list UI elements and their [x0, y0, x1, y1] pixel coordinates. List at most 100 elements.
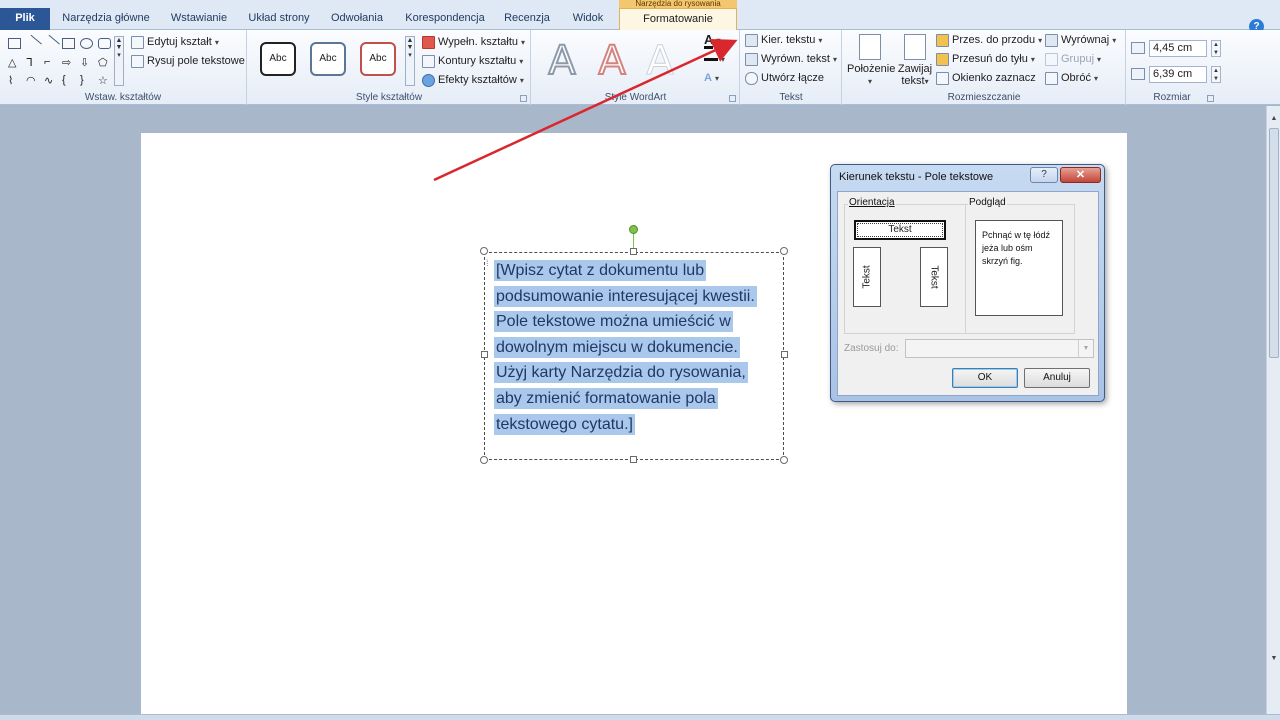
- tab-insert[interactable]: Wstawianie: [160, 8, 238, 30]
- resize-handle-bottom[interactable]: [630, 456, 637, 463]
- shapes-gallery[interactable]: △ ᒣ ⌐ ⇨ ⇩ ⬠ ⌇ ◠ ∿ { } ☆: [8, 34, 120, 88]
- oval-shape-icon[interactable]: [80, 38, 93, 49]
- shape-outline-button[interactable]: Kontury kształtu ▾: [422, 53, 523, 70]
- shape-styles-launcher-icon[interactable]: [520, 95, 527, 102]
- ok-button[interactable]: OK: [952, 368, 1018, 388]
- rotation-handle-line: [633, 234, 634, 248]
- width-spinner[interactable]: ▲ ▼: [1211, 65, 1221, 83]
- group-text: Kier. tekstu ▾ Wyrówn. tekst ▾ Utwórz łącz…: [741, 30, 842, 105]
- position-icon: [859, 34, 881, 60]
- rectangle-shape-icon[interactable]: [62, 38, 75, 49]
- selection-pane-icon: [936, 72, 949, 85]
- text-outline-button[interactable]: ▾: [704, 51, 725, 68]
- scrollbar-thumb[interactable]: [1269, 128, 1279, 358]
- line-shape-icon[interactable]: [24, 34, 42, 53]
- group-arrange: Położenie ▾ Zawijaj tekst▾ Przes. do przo…: [843, 30, 1126, 105]
- send-backward-icon: [936, 53, 949, 66]
- shape-width-input[interactable]: 6,39 cm: [1149, 65, 1207, 83]
- curve-shape-icon[interactable]: ∿: [44, 74, 57, 87]
- resize-handle-top-left[interactable]: [480, 247, 488, 255]
- shape-fill-button[interactable]: Wypełn. kształtu ▾: [422, 34, 525, 51]
- text-fill-icon: A: [704, 31, 714, 49]
- bring-forward-button[interactable]: Przes. do przodu ▾: [936, 32, 1042, 49]
- group-insert-shapes: △ ᒣ ⌐ ⇨ ⇩ ⬠ ⌇ ◠ ∿ { } ☆ ▲ ▼ ▾ Edytuj kszta…: [0, 30, 247, 105]
- cancel-button[interactable]: Anuluj: [1024, 368, 1090, 388]
- height-spinner[interactable]: ▲ ▼: [1211, 39, 1221, 57]
- wordart-style-red[interactable]: A: [588, 37, 636, 85]
- shape-height-input[interactable]: 4,45 cm: [1149, 39, 1207, 57]
- preview-box: Pchnąć w tę łódź jeża lub ośm skrzyń fig…: [975, 220, 1063, 316]
- send-backward-button[interactable]: Przesuń do tyłu ▾: [936, 51, 1035, 68]
- tab-file[interactable]: Plik: [0, 8, 50, 30]
- position-button[interactable]: Położenie ▾: [847, 34, 895, 88]
- size-launcher-icon[interactable]: [1207, 95, 1214, 102]
- vertical-scrollbar[interactable]: ▲ ▼: [1266, 106, 1280, 714]
- shape-effects-button[interactable]: Efekty kształtów ▾: [422, 72, 524, 89]
- group-button[interactable]: Grupuj ▾: [1045, 51, 1101, 68]
- paint-bucket-icon: [422, 36, 435, 49]
- shape-style-red[interactable]: Abc: [360, 42, 396, 76]
- shapes-gallery-scroll[interactable]: ▲ ▼ ▾: [114, 36, 124, 86]
- tab-references[interactable]: Odwołania: [320, 8, 394, 30]
- wordart-style-light[interactable]: A: [636, 38, 684, 85]
- resize-handle-top[interactable]: [630, 248, 637, 255]
- tab-page-layout[interactable]: Układ strony: [238, 8, 320, 30]
- draw-textbox-button[interactable]: Rysuj pole tekstowe: [131, 53, 245, 70]
- orientation-vertical-up[interactable]: Tekst: [853, 247, 881, 307]
- scroll-down-icon[interactable]: ▼: [1269, 654, 1279, 664]
- shape-style-blue[interactable]: Abc: [310, 42, 346, 76]
- tab-home[interactable]: Narzędzia główne: [52, 8, 160, 30]
- edit-shape-button[interactable]: Edytuj kształt ▾: [131, 34, 219, 51]
- right-arrow-shape-icon[interactable]: ⇨: [62, 56, 75, 69]
- textbox-content[interactable]: [Wpisz cytat z dokumentu lub podsumowani…: [494, 258, 778, 437]
- shape-styles-gallery-scroll[interactable]: ▲ ▼ ▾: [405, 36, 415, 86]
- rounded-rect-shape-icon[interactable]: [98, 38, 111, 49]
- triangle-shape-icon[interactable]: △: [8, 56, 21, 69]
- tab-view[interactable]: Widok: [558, 8, 618, 30]
- right-brace-shape-icon[interactable]: }: [80, 74, 93, 86]
- tab-mailings[interactable]: Korespondencja: [394, 8, 496, 30]
- text-fill-button[interactable]: A ▾: [704, 32, 720, 49]
- wrap-text-button[interactable]: Zawijaj tekst▾: [895, 34, 935, 88]
- down-arrow-shape-icon[interactable]: ⇩: [80, 56, 93, 69]
- wordart-styles-launcher-icon[interactable]: [729, 95, 736, 102]
- wordart-style-gray[interactable]: A: [538, 37, 586, 85]
- shape-style-black[interactable]: Abc: [260, 42, 296, 76]
- rotation-handle[interactable]: [629, 225, 638, 234]
- apply-to-select[interactable]: ▼: [905, 339, 1094, 358]
- pentagon-shape-icon[interactable]: ⬠: [98, 56, 111, 69]
- text-direction-button[interactable]: Kier. tekstu ▾: [745, 32, 822, 49]
- left-brace-shape-icon[interactable]: {: [62, 74, 75, 86]
- tab-format[interactable]: Formatowanie: [619, 8, 737, 31]
- dialog-close-button[interactable]: ✕: [1060, 167, 1101, 183]
- textbox-shape-icon[interactable]: [8, 38, 21, 49]
- scroll-up-icon[interactable]: ▲: [1269, 114, 1279, 124]
- orientation-vertical-down[interactable]: Tekst: [920, 247, 948, 307]
- orientation-horizontal[interactable]: Tekst: [854, 220, 946, 240]
- selection-pane-button[interactable]: Okienko zaznacz: [936, 70, 1036, 87]
- resize-handle-bottom-right[interactable]: [780, 456, 788, 464]
- align-text-button[interactable]: Wyrówn. tekst ▾: [745, 51, 837, 68]
- align-button[interactable]: Wyrównaj ▾: [1045, 32, 1116, 49]
- resize-handle-left[interactable]: [481, 351, 488, 358]
- star-shape-icon[interactable]: ☆: [98, 74, 111, 87]
- text-effects-button[interactable]: A ▾: [704, 70, 719, 87]
- chevron-down-icon: ▼: [1078, 340, 1093, 357]
- create-link-button[interactable]: Utwórz łącze: [745, 70, 824, 87]
- resize-handle-bottom-left[interactable]: [480, 456, 488, 464]
- tab-review[interactable]: Recenzja: [496, 8, 558, 30]
- rotate-button[interactable]: Obróć ▾: [1045, 70, 1098, 87]
- bring-forward-icon: [936, 34, 949, 47]
- resize-handle-right[interactable]: [781, 351, 788, 358]
- group-label-wordart-styles: Style WordArt: [604, 92, 667, 103]
- arc-shape-icon[interactable]: ◠: [26, 74, 39, 87]
- elbow-arrow-icon[interactable]: ⌐: [44, 56, 57, 68]
- elbow-connector-icon[interactable]: ᒣ: [26, 56, 39, 69]
- ribbon: △ ᒣ ⌐ ⇨ ⇩ ⬠ ⌇ ◠ ∿ { } ☆ ▲ ▼ ▾ Edytuj kszta…: [0, 30, 1280, 105]
- resize-handle-top-right[interactable]: [780, 247, 788, 255]
- effects-icon: [422, 74, 435, 87]
- dialog-body: Orientacja Tekst Tekst Tekst Podgląd Pch…: [837, 191, 1099, 396]
- freeform-shape-icon[interactable]: ⌇: [8, 74, 21, 87]
- dialog-help-button[interactable]: ?: [1030, 167, 1058, 183]
- arrow-shape-icon[interactable]: [42, 34, 60, 53]
